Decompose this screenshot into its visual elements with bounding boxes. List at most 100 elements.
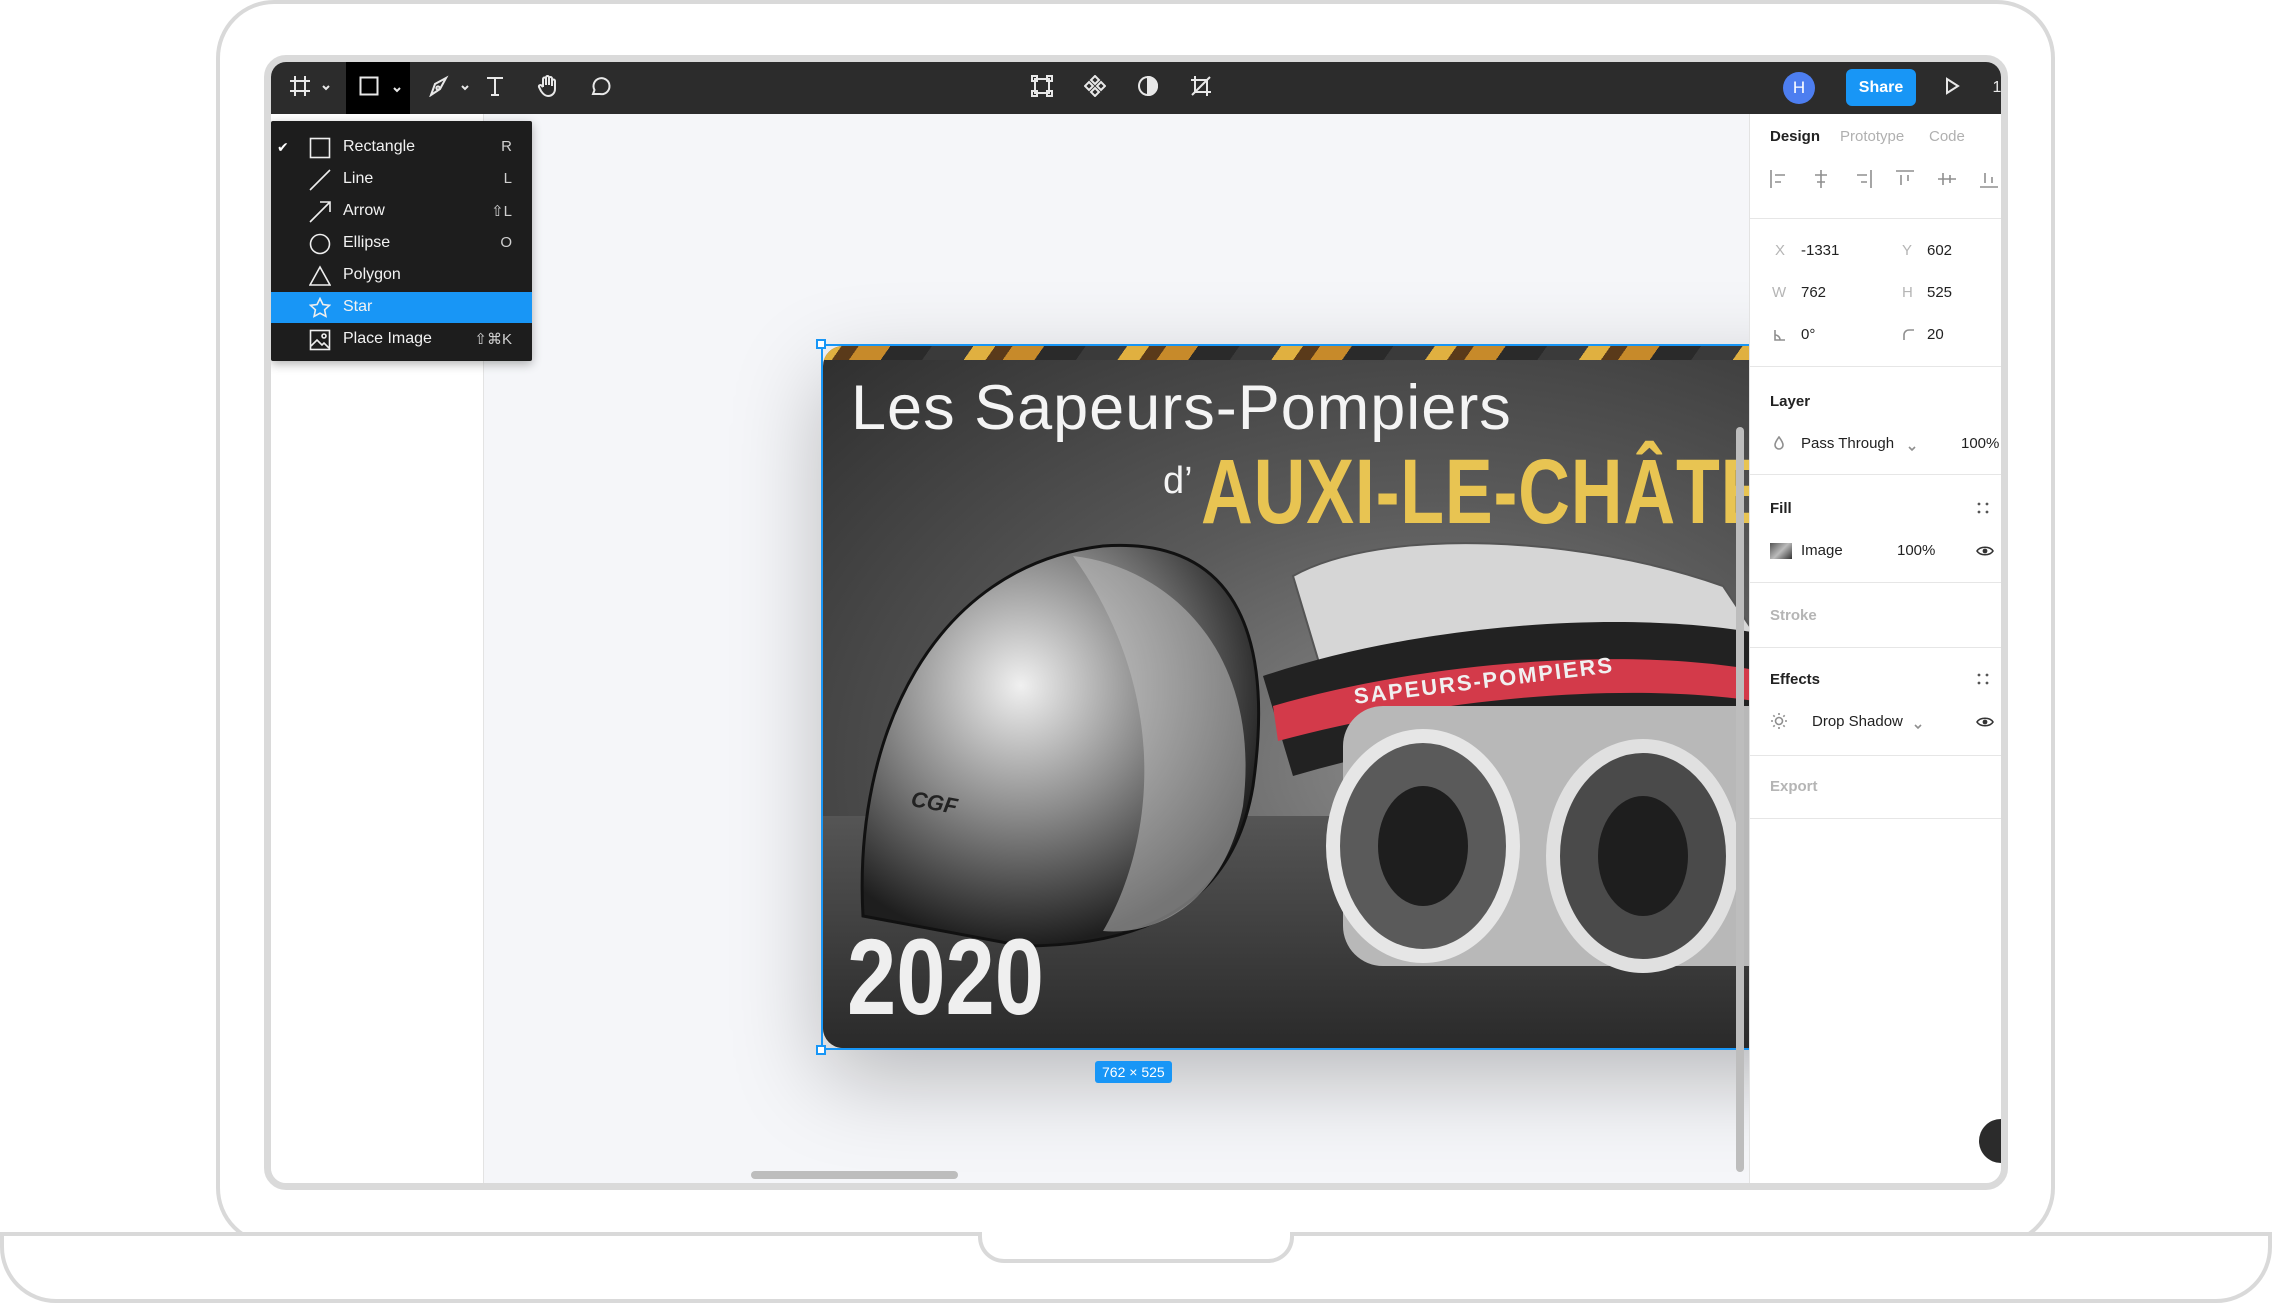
- zoom-overflow[interactable]: 1: [1993, 76, 2001, 100]
- horizontal-scrollbar[interactable]: [751, 1171, 958, 1179]
- fill-type[interactable]: Image: [1801, 542, 1843, 559]
- align-right-icon[interactable]: [1852, 168, 1874, 195]
- effect-styles-icon[interactable]: [1976, 672, 1990, 691]
- design-canvas[interactable]: Les Sapeurs-Pompiers d’ AUXI-LE-CHÂTEAU …: [484, 114, 1852, 1183]
- shape-tool-chevron-icon[interactable]: [393, 86, 401, 94]
- poster-title-d: d’: [1163, 460, 1193, 502]
- divider: [1750, 818, 2001, 819]
- blend-mode-chevron-icon[interactable]: [1908, 440, 1916, 458]
- height-input[interactable]: 525: [1927, 284, 1952, 301]
- resize-handle-bottom-left[interactable]: [816, 1045, 826, 1055]
- menu-item-label: Star: [343, 298, 373, 315]
- rotation-icon: [1774, 328, 1786, 346]
- effect-sun-icon[interactable]: [1770, 712, 1788, 735]
- poster-frame[interactable]: Les Sapeurs-Pompiers d’ AUXI-LE-CHÂTEAU …: [823, 346, 1845, 1048]
- text-tool[interactable]: [480, 73, 510, 103]
- menu-item-label: Ellipse: [343, 234, 391, 251]
- blend-mode-icon: [1772, 435, 1786, 455]
- comment-tool[interactable]: [585, 73, 615, 103]
- blend-mode-select[interactable]: Pass Through: [1801, 435, 1894, 452]
- menu-item-shortcut: L: [503, 170, 512, 187]
- tab-design[interactable]: Design: [1770, 128, 1820, 145]
- divider: [1750, 218, 2001, 219]
- menu-item-polygon[interactable]: Polygon: [271, 260, 532, 291]
- eye-icon[interactable]: [1976, 715, 1994, 733]
- menu-item-star[interactable]: Star: [271, 292, 532, 323]
- divider: [1750, 582, 2001, 583]
- divider: [1750, 366, 2001, 367]
- menu-item-shortcut: ⇧⌘K: [474, 331, 512, 348]
- instance-icon: [1083, 74, 1107, 102]
- effect-type-select[interactable]: Drop Shadow: [1812, 713, 1903, 730]
- instance-tool[interactable]: [1080, 73, 1110, 103]
- menu-item-rectangle[interactable]: ✔ Rectangle R: [271, 132, 532, 163]
- shape-tool-menu: ✔ Rectangle R Line L Arrow ⇧L Ellipse O …: [271, 121, 532, 361]
- play-icon: [1943, 76, 1961, 100]
- boolean-tool[interactable]: [1133, 73, 1163, 103]
- crop-tool[interactable]: [1186, 73, 1216, 103]
- fill-styles-icon[interactable]: [1976, 501, 1990, 520]
- divider: [1750, 474, 2001, 475]
- tab-code[interactable]: Code: [1929, 128, 1965, 145]
- rectangle-icon: [309, 137, 331, 159]
- divider: [1750, 647, 2001, 648]
- align-top-icon[interactable]: [1894, 168, 1916, 195]
- align-center-v-icon[interactable]: [1936, 168, 1958, 195]
- user-avatar[interactable]: H: [1783, 72, 1815, 104]
- menu-item-line[interactable]: Line L: [271, 164, 532, 195]
- stroke-section-title: Stroke: [1770, 607, 1817, 624]
- ellipse-icon: [309, 233, 331, 255]
- h-label: H: [1902, 284, 1913, 301]
- frame-tool[interactable]: [283, 72, 317, 104]
- menu-item-arrow[interactable]: Arrow ⇧L: [271, 196, 532, 227]
- laptop-screen: H Share 1 Les Sapeurs-Pompiers d’ AUXI-L…: [264, 55, 2008, 1190]
- boolean-icon: [1137, 75, 1159, 102]
- width-input[interactable]: 762: [1801, 284, 1826, 301]
- fill-opacity-input[interactable]: 100%: [1897, 542, 1935, 559]
- x-label: X: [1775, 242, 1786, 259]
- eye-icon[interactable]: [1976, 544, 1994, 562]
- present-button[interactable]: [1938, 74, 1966, 102]
- vertical-scrollbar[interactable]: [1736, 427, 1744, 1172]
- align-left-icon[interactable]: [1768, 168, 1790, 195]
- layer-section-title: Layer: [1770, 393, 1811, 410]
- frame-icon: [289, 75, 311, 102]
- menu-item-label: Place Image: [343, 330, 432, 347]
- rectangle-tool[interactable]: [355, 74, 383, 102]
- frame-tool-chevron-icon[interactable]: [322, 84, 330, 92]
- align-bottom-icon[interactable]: [1978, 168, 2000, 195]
- menu-item-label: Polygon: [343, 266, 401, 283]
- hand-icon: [536, 74, 560, 103]
- y-label: Y: [1902, 242, 1913, 259]
- menu-item-place-image[interactable]: Place Image ⇧⌘K: [271, 324, 532, 355]
- corner-radius-input[interactable]: 20: [1927, 326, 1944, 343]
- tab-prototype[interactable]: Prototype: [1840, 128, 1904, 145]
- hand-tool[interactable]: [532, 72, 564, 104]
- rectangle-icon: [359, 76, 379, 101]
- poster-year: 2020: [847, 916, 1045, 1037]
- y-input[interactable]: 602: [1927, 242, 1952, 259]
- effect-chevron-icon[interactable]: [1914, 718, 1922, 736]
- component-tool[interactable]: [1027, 73, 1057, 103]
- design-panel: Design Prototype Code X -1331 Y 602 W 76…: [1749, 114, 2001, 1183]
- menu-item-shortcut: O: [500, 234, 512, 251]
- resize-handle-top-left[interactable]: [816, 339, 826, 349]
- x-input[interactable]: -1331: [1801, 242, 1839, 259]
- pen-tool[interactable]: [425, 73, 455, 103]
- w-label: W: [1772, 284, 1787, 301]
- fill-section-title: Fill: [1770, 500, 1792, 517]
- pen-tool-chevron-icon[interactable]: [461, 84, 469, 92]
- menu-item-shortcut: ⇧L: [491, 203, 512, 220]
- menu-item-ellipse[interactable]: Ellipse O: [271, 228, 532, 259]
- layer-opacity-input[interactable]: 100%: [1961, 435, 1999, 452]
- check-icon: ✔: [277, 139, 289, 155]
- arrow-icon: [309, 201, 331, 223]
- share-button[interactable]: Share: [1846, 69, 1916, 106]
- menu-item-label: Line: [343, 170, 374, 187]
- rotation-input[interactable]: 0°: [1801, 326, 1815, 343]
- dimension-badge: 762 × 525: [1095, 1061, 1172, 1083]
- align-center-h-icon[interactable]: [1810, 168, 1832, 195]
- crop-icon: [1190, 75, 1212, 102]
- corner-radius-icon: [1903, 328, 1915, 346]
- image-fill-swatch[interactable]: [1770, 543, 1792, 559]
